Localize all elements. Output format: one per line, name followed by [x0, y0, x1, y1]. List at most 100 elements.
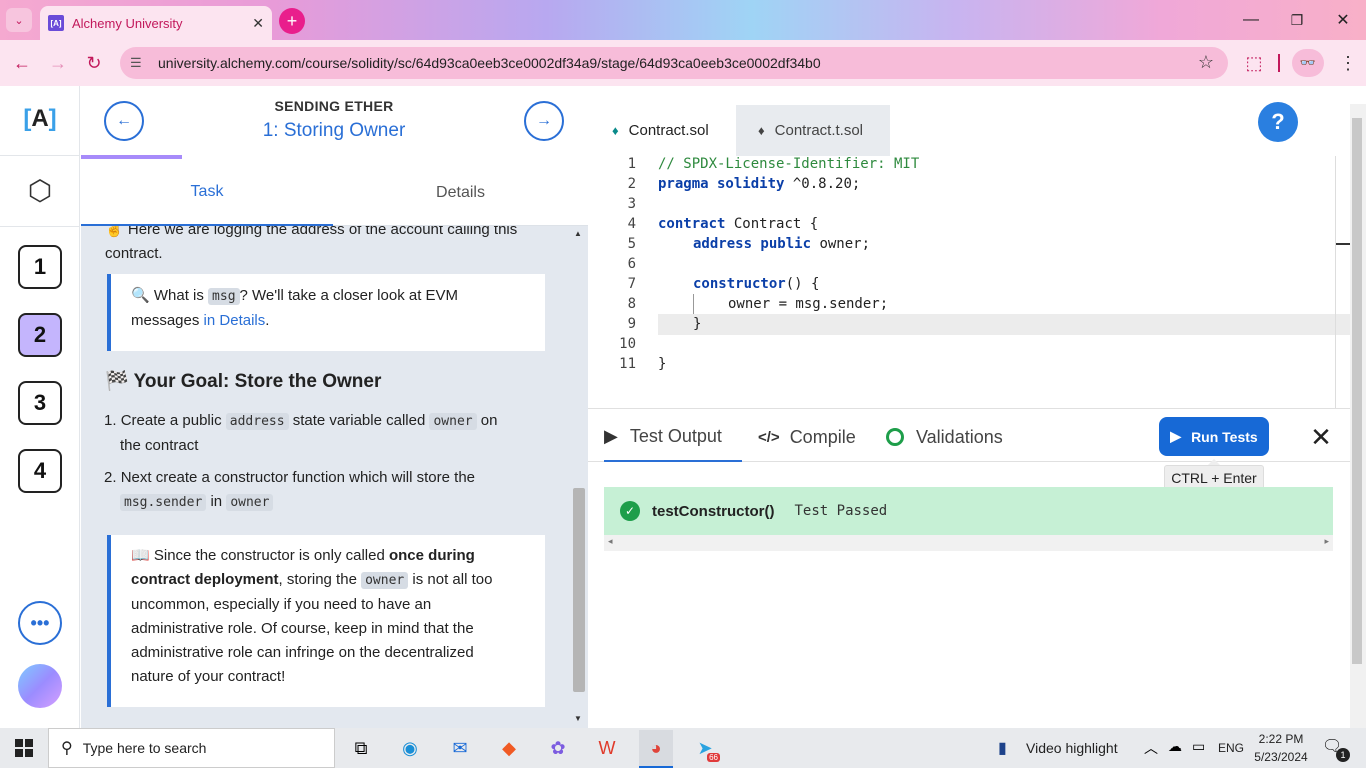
run-tests-button[interactable]: ▶ Run Tests [1159, 417, 1269, 456]
restore-button[interactable]: ❐ [1274, 0, 1320, 40]
chevron-up-icon[interactable]: ︿ [1144, 738, 1158, 758]
telegram-icon[interactable]: ➤ 66 [688, 734, 722, 762]
stage-button-2[interactable]: 2 [18, 313, 62, 357]
avatar[interactable] [18, 664, 62, 708]
telegram-badge: 66 [707, 753, 720, 762]
code-line: } [693, 316, 702, 332]
chrome-icon[interactable]: ◕ [639, 730, 673, 768]
intro-paragraph: ☝ Here we are logging the address of the… [105, 226, 555, 266]
scroll-right-icon[interactable]: ▸ [1324, 536, 1329, 547]
scroll-left-icon[interactable]: ◂ [608, 536, 613, 547]
search-placeholder: Type here to search [82, 740, 207, 756]
play-icon: ▶ [604, 425, 618, 446]
goal-heading: 🏁 Your Goal: Store the Owner [105, 369, 381, 393]
minimize-button[interactable]: — [1228, 0, 1274, 40]
more-options-button[interactable]: ••• [18, 601, 62, 645]
code-text: Contract { [725, 216, 819, 232]
search-icon: ⚲ [61, 740, 73, 757]
back-icon[interactable]: ← [8, 50, 36, 76]
callout1-text: . [265, 312, 270, 329]
scroll-down-icon[interactable]: ▼ [574, 714, 582, 723]
extensions-icon[interactable]: ⬚ [1240, 50, 1268, 76]
previous-stage-button[interactable]: ← [104, 101, 144, 141]
windows-start-icon[interactable] [0, 728, 48, 768]
close-output-icon[interactable]: ✕ [1306, 420, 1336, 454]
nba-icon[interactable]: ▮ [998, 738, 1007, 758]
inline-code: owner [226, 494, 274, 511]
lesson-scroll-thumb[interactable] [573, 488, 585, 692]
help-button[interactable]: ? [1258, 102, 1298, 142]
browser-tab[interactable]: [A] Alchemy University ✕ [40, 6, 272, 40]
notifications-icon[interactable]: 🗨 1 [1322, 736, 1350, 762]
stage-progress-bar [81, 155, 182, 159]
line-number: 10 [619, 336, 636, 352]
browser-menu-icon[interactable]: ⋮ [1334, 50, 1362, 76]
forward-icon[interactable]: → [44, 50, 72, 76]
tab-search-button[interactable]: ⌄ [6, 8, 32, 32]
details-link[interactable]: in Details [204, 312, 266, 329]
scroll-up-icon[interactable]: ▲ [574, 229, 582, 238]
callout2-text: , storing the [278, 571, 357, 588]
tab-details[interactable]: Details [333, 160, 588, 226]
brave-icon[interactable]: ◆ [492, 734, 526, 762]
tab-validations[interactable]: Validations [886, 412, 1003, 462]
goal-title: Your Goal: Store the Owner [133, 371, 382, 392]
step-text: Create a public [120, 412, 222, 429]
tab-compile[interactable]: </> Compile [758, 412, 856, 462]
magnifier-icon: 🔍 [131, 287, 150, 304]
code-line: constructor() { [693, 276, 819, 292]
address-bar[interactable]: ☰ university.alchemy.com/course/solidity… [120, 47, 1228, 79]
alchemy-favicon-icon: [A] [48, 15, 64, 31]
editor-scroll-thumb[interactable] [1352, 118, 1362, 664]
result-hscrollbar[interactable]: ◂ ▸ [604, 535, 1333, 551]
line-number: 7 [627, 276, 636, 292]
new-tab-button[interactable]: + [279, 8, 305, 34]
cloud-icon[interactable]: ☁ [1168, 738, 1182, 755]
clock[interactable]: 2:22 PM 5/23/2024 [1248, 730, 1314, 766]
tab-title: Alchemy University [72, 15, 183, 31]
inline-code: owner [361, 572, 409, 589]
callout2-text: is not all too [412, 571, 493, 588]
tab-contract-sol[interactable]: ♦ Contract.sol [596, 105, 736, 156]
tab-contract-test-sol[interactable]: ♦ Contract.t.sol [736, 105, 890, 156]
ethereum-icon: ♦ [612, 123, 619, 138]
close-window-button[interactable]: ✕ [1320, 0, 1366, 40]
copilot-icon[interactable]: ✿ [541, 734, 575, 762]
line-number: 6 [627, 256, 636, 272]
mail-icon[interactable]: ✉ [443, 734, 477, 762]
taskbar-search[interactable]: ⚲ Type here to search [48, 728, 335, 768]
clock-time: 2:22 PM [1258, 732, 1304, 746]
test-name: testConstructor() [652, 502, 775, 520]
constructor-callout: 📖 Since the constructor is only called o… [107, 535, 545, 707]
video-highlight-label[interactable]: Video highlight [1026, 740, 1118, 756]
edge-icon[interactable]: ◉ [393, 734, 427, 762]
code-editor[interactable]: 1 2 3 4 5 6 7 8 9 10 11 // SPDX-License-… [596, 156, 1350, 406]
wps-icon[interactable]: W [590, 734, 624, 762]
alchemy-logo[interactable]: [A] [18, 102, 62, 136]
line-number: 2 [627, 176, 636, 192]
pointing-hand-icon: ☝ [105, 226, 124, 238]
logo-letter: A [31, 105, 49, 132]
close-tab-icon[interactable]: ✕ [252, 15, 264, 32]
reload-icon[interactable]: ↻ [80, 50, 108, 76]
test-status: Test Passed [794, 503, 888, 519]
tab-task[interactable]: Task [81, 160, 333, 226]
inline-code: address [225, 413, 289, 430]
task-view-icon[interactable]: ⧉ [344, 734, 378, 762]
callout2-text: administrative role. Of course, keep in … [131, 620, 474, 637]
site-info-icon[interactable]: ☰ [130, 55, 154, 71]
network-icon[interactable]: ▭ [1192, 738, 1205, 755]
language-indicator[interactable]: ENG [1218, 741, 1244, 755]
bookmark-star-icon[interactable]: ☆ [1198, 52, 1214, 73]
stage-button-1[interactable]: 1 [18, 245, 62, 289]
next-stage-button[interactable]: → [524, 101, 564, 141]
hexagon-cluster-icon[interactable]: ⬡ [22, 170, 58, 210]
tab-test-output[interactable]: ▶ Test Output [604, 412, 742, 462]
step-number: 1. [104, 412, 117, 429]
ethereum-icon: ♦ [758, 123, 765, 138]
code-brackets-icon: </> [758, 428, 780, 446]
stage-button-3[interactable]: 3 [18, 381, 62, 425]
stage-button-4[interactable]: 4 [18, 449, 62, 493]
profile-icon[interactable]: 👓 [1292, 49, 1324, 77]
code-keyword: address public [693, 236, 812, 252]
